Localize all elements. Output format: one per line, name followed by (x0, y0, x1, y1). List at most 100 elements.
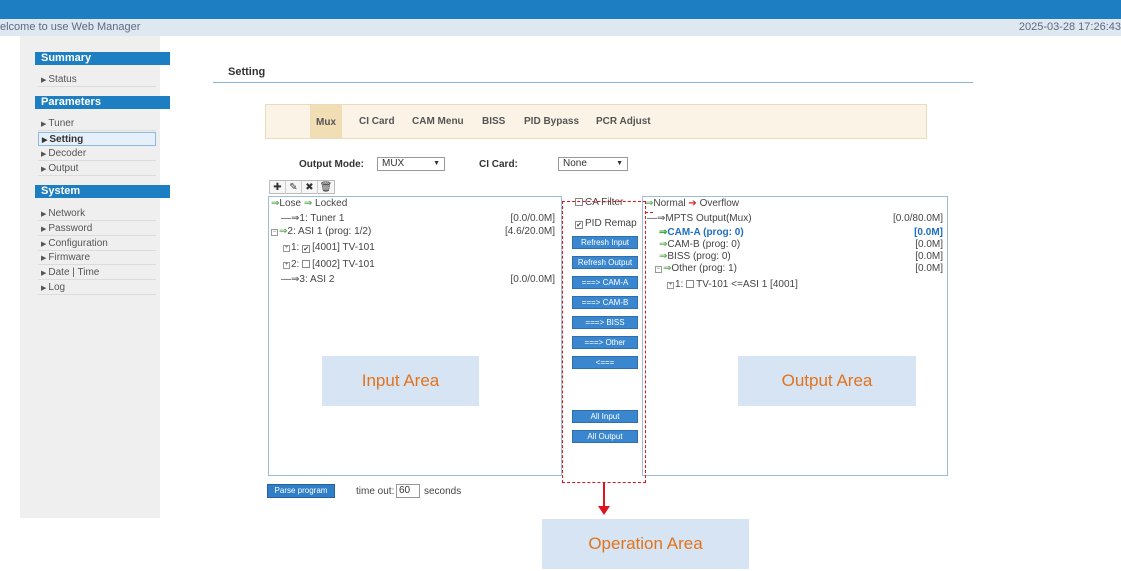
sidebar-item-network[interactable]: ▶ Network (38, 207, 156, 221)
output-row-cam-a[interactable]: ⇒CAM-A (prog: 0) (659, 227, 744, 238)
legend-normal: Normal (653, 198, 686, 209)
sidebar-item-status[interactable]: ▶ Status (38, 73, 156, 87)
program-checkbox-unchecked[interactable] (302, 260, 311, 268)
output-row-mpts[interactable]: —⇒MPTS Output(Mux) (647, 213, 752, 224)
sidebar-item-tuner[interactable]: ▶ Tuner (38, 117, 156, 131)
sidebar-item-setting[interactable]: ▶ Setting (38, 132, 156, 146)
triangle-right-icon: ▶ (41, 151, 47, 158)
sidebar-item-log[interactable]: ▶ Log (38, 281, 156, 295)
output-rate-cam-a: [0.0M] (914, 227, 943, 238)
sidebar-item-decoder[interactable]: ▶ Decoder (38, 147, 156, 161)
sidebar-item-label: Configuration (48, 238, 108, 249)
sidebar-item-label: Password (48, 223, 93, 234)
top-bar (0, 0, 1121, 19)
parse-program-button[interactable]: Parse program (267, 484, 335, 498)
sidebar-item-label: Tuner (48, 118, 75, 129)
row-label: 2: ASI 1 (prog: 1/2) (287, 226, 372, 237)
triangle-right-icon: ▶ (41, 270, 47, 277)
input-row-asi-2[interactable]: —⇒3: ASI 2 (281, 274, 334, 285)
timeout-input[interactable]: 60 (396, 484, 420, 498)
sidebar-item-configuration[interactable]: ▶ Configuration (38, 237, 156, 251)
tab-mux[interactable]: Mux (310, 105, 342, 138)
row-label: CAM-A (prog: 0) (667, 227, 744, 238)
row-prefix: 1: (291, 242, 300, 253)
input-row-tuner-1[interactable]: —⇒1: Tuner 1 (281, 213, 344, 224)
output-mode-select[interactable]: MUX ▼ (377, 157, 445, 171)
row-prefix: 2: (291, 259, 300, 270)
datetime: 2025-03-28 17:26:43 (1018, 21, 1121, 33)
output-mode-value: MUX (382, 158, 405, 169)
sidebar-item-password[interactable]: ▶ Password (38, 222, 156, 236)
sidebar-heading-summary: Summary (35, 52, 170, 65)
input-rate-asi-2: [0.0/0.0M] (510, 274, 555, 285)
expand-icon[interactable]: + (283, 262, 290, 269)
output-panel: ⇒Normal ➔ Overflow —⇒MPTS Output(Mux) [0… (642, 196, 948, 476)
input-row-program-4002[interactable]: +2: [4002] TV-101 (283, 259, 375, 270)
input-row-asi-1[interactable]: − ⇒2: ASI 1 (prog: 1/2) (271, 226, 371, 237)
sidebar-item-date-time[interactable]: ▶ Date | Time (38, 266, 156, 280)
output-rate-mpts: [0.0/80.0M] (892, 213, 943, 224)
plus-icon[interactable]: ✚ (270, 181, 286, 194)
output-row-cam-b[interactable]: ⇒CAM-B (prog: 0) (659, 239, 740, 250)
trash-icon[interactable]: 🗑 (318, 181, 334, 194)
collapse-icon[interactable]: − (271, 229, 278, 236)
row-label: TV-101 <=ASI 1 [4001] (696, 279, 798, 290)
sidebar-item-firmware[interactable]: ▶ Firmware (38, 251, 156, 265)
sidebar-item-label: Date | Time (48, 267, 100, 278)
program-checkbox-unchecked[interactable] (686, 280, 695, 288)
welcome-text: elcome to use Web Manager (0, 21, 141, 33)
delete-icon[interactable]: ✖ (302, 181, 318, 194)
expand-icon[interactable]: + (667, 282, 674, 289)
tab-biss[interactable]: BISS (482, 116, 505, 127)
output-row-other[interactable]: − ⇒Other (prog: 1) (655, 263, 737, 274)
input-rate-tuner-1: [0.0/0.0M] (510, 213, 555, 224)
output-rate-biss: [0.0M] (915, 251, 943, 262)
arrow-down-icon (598, 506, 610, 515)
output-legend: ⇒Normal ➔ Overflow (645, 198, 739, 209)
sidebar-item-label: Setting (49, 134, 84, 145)
page-title: Setting (228, 66, 266, 78)
triangle-right-icon: ▶ (41, 285, 47, 292)
row-label: Other (prog: 1) (671, 263, 737, 274)
ci-card-select[interactable]: None ▼ (558, 157, 628, 171)
program-checkbox-checked[interactable]: ✔ (302, 245, 311, 253)
triangle-right-icon: ▶ (41, 241, 47, 248)
input-panel: ⇒Lose ⇒ Locked —⇒1: Tuner 1 [0.0/0.0M] −… (268, 196, 562, 476)
tab-bar: Mux CI Card CAM Menu BISS PID Bypass PCR… (265, 104, 927, 139)
legend-overflow: Overflow (699, 198, 740, 209)
collapse-icon[interactable]: − (655, 266, 662, 273)
operation-area-outline (562, 201, 646, 483)
sidebar-heading-system: System (35, 185, 170, 198)
seconds-label: seconds (424, 486, 462, 497)
triangle-right-icon: ▶ (41, 211, 47, 218)
operation-area-label: Operation Area (542, 519, 749, 569)
arrow-right-icon: —⇒ (281, 213, 300, 224)
triangle-right-icon: ▶ (41, 226, 47, 233)
input-rate-asi-1: [4.6/20.0M] (504, 226, 555, 237)
tab-ci-card[interactable]: CI Card (359, 116, 395, 127)
triangle-right-icon: ▶ (41, 166, 47, 173)
sidebar-item-label: Decoder (48, 148, 87, 159)
sidebar-item-label: Output (48, 163, 79, 174)
tab-pid-bypass[interactable]: PID Bypass (524, 116, 579, 127)
ci-card-value: None (563, 158, 587, 169)
output-row-program-tv101[interactable]: +1: TV-101 <=ASI 1 [4001] (667, 279, 798, 290)
triangle-right-icon: ▶ (41, 255, 47, 262)
sidebar-item-label: Status (48, 74, 77, 85)
chevron-down-icon: ▼ (433, 160, 440, 167)
pencil-icon[interactable]: ✎ (286, 181, 302, 194)
tab-pcr-adjust[interactable]: PCR Adjust (596, 116, 651, 127)
tab-cam-menu[interactable]: CAM Menu (412, 116, 464, 127)
sidebar: Summary ▶ Status Parameters ▶ Tuner ▶ Setti… (20, 36, 170, 518)
row-label: BISS (prog: 0) (667, 251, 731, 262)
row-label: MPTS Output(Mux) (665, 213, 752, 224)
chevron-down-icon: ▼ (616, 160, 623, 167)
arrow-right-red-icon: ➔ (688, 198, 697, 209)
output-row-biss[interactable]: ⇒BISS (prog: 0) (659, 251, 731, 262)
welcome-bar: elcome to use Web Manager 2025-03-28 17:… (0, 19, 1121, 36)
expand-icon[interactable]: + (283, 245, 290, 252)
input-row-program-4001[interactable]: +1: ✔ [4001] TV-101 (283, 242, 375, 253)
sidebar-item-output[interactable]: ▶ Output (38, 162, 156, 176)
row-prefix: 1: (675, 279, 684, 290)
output-rate-other: [0.0M] (915, 263, 943, 274)
